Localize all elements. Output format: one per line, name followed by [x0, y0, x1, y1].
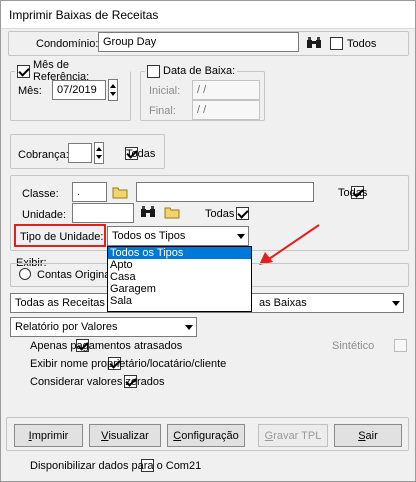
relatorio-select-value: Relatório por Valores — [15, 321, 118, 333]
classe-todas-label: Todas — [338, 187, 368, 199]
chevron-down-icon — [392, 301, 400, 306]
unidade-label: Unidade: — [22, 209, 67, 221]
classe-code-input[interactable]: . — [72, 182, 107, 202]
condominio-todos-label: Todos — [347, 38, 377, 50]
window-title: Imprimir Baixas de Receitas — [9, 8, 159, 22]
apenas-atrasados-label: Apenas pagamentos atrasados — [30, 340, 183, 352]
contas-originais-label: Contas Origina — [37, 269, 111, 281]
tipo-unidade-option-todos[interactable]: Todos os Tipos — [108, 247, 251, 259]
condominio-input[interactable]: Group Day — [98, 32, 299, 52]
cobranca-spinner[interactable] — [94, 142, 104, 164]
cobranca-label: Cobrança: — [18, 149, 69, 161]
condominio-label: Condomínio: — [36, 38, 99, 50]
classe-desc-input[interactable] — [136, 182, 314, 202]
considerar-zerados-label: Considerar valores zerados — [30, 376, 165, 388]
unidade-binoculars-icon[interactable] — [138, 202, 158, 222]
dialog-window: Imprimir Baixas de Receitas Condomínio: … — [0, 0, 416, 482]
inicial-input[interactable]: / / — [192, 80, 260, 100]
gravar-tpl-button[interactable]: Gravar TPL — [258, 424, 328, 447]
mes-spinner[interactable] — [108, 79, 118, 101]
unidade-todas-label: Todas — [205, 208, 235, 220]
data-baixa-checkbox[interactable] — [147, 64, 160, 78]
chevron-down-icon — [185, 325, 193, 330]
configuracao-button[interactable]: Configuração — [167, 424, 245, 447]
tipo-unidade-select[interactable]: Todos os Tipos — [107, 226, 249, 246]
inicial-label: Inicial: — [149, 85, 181, 97]
tipo-unidade-option-casa[interactable]: Casa — [108, 271, 251, 283]
mes-referencia-legend: Mês de Referência: — [15, 59, 130, 83]
unidade-todas-checkbox[interactable] — [236, 207, 250, 220]
tipo-unidade-option-sala[interactable]: Sala — [108, 295, 251, 307]
tipo-unidade-selected-value: Todos os Tipos — [112, 230, 186, 242]
tipo-unidade-option-apto[interactable]: Apto — [108, 259, 251, 271]
binoculars-icon[interactable] — [304, 33, 324, 53]
exibir-nome-label: Exibir nome proprietário/locatário/clien… — [30, 358, 227, 370]
chevron-down-icon — [237, 234, 245, 239]
baixas-select-value: as Baixas — [259, 297, 307, 309]
mes-label: Mês: — [18, 85, 42, 97]
visualizar-button[interactable]: Visualizar — [89, 424, 161, 447]
receitas-select-value: Todas as Receitas — [15, 297, 105, 309]
unidade-input[interactable] — [72, 203, 134, 223]
sintetico-label: Sintético — [332, 340, 375, 352]
disponibilizar-label: Disponibilizar dados para o Com21 — [30, 460, 202, 472]
data-baixa-label: Data de Baixa: — [163, 65, 236, 77]
final-input[interactable]: / / — [192, 100, 260, 120]
mes-referencia-checkbox[interactable] — [17, 64, 30, 78]
tipo-unidade-label: Tipo de Unidade: — [20, 231, 104, 243]
contas-originais-radio[interactable] — [19, 268, 31, 280]
data-baixa-legend: Data de Baixa: — [145, 64, 238, 78]
unidade-folder-icon[interactable] — [162, 202, 182, 222]
sintetico-checkbox[interactable] — [394, 339, 408, 352]
tipo-unidade-dropdown-list: Todos os Tipos Apto Casa Garagem Sala — [107, 246, 252, 312]
sair-button[interactable]: Sair — [334, 424, 402, 447]
cobranca-todas-label: Todas — [126, 148, 156, 160]
classe-folder-icon[interactable] — [110, 182, 130, 202]
mes-input[interactable]: 07/2019 — [52, 80, 106, 100]
annotation-arrow-icon — [259, 224, 320, 265]
relatorio-select[interactable]: Relatório por Valores — [10, 317, 197, 337]
imprimir-button[interactable]: Imprimir — [14, 424, 83, 447]
title-bar: Imprimir Baixas de Receitas — [1, 1, 415, 29]
final-label: Final: — [149, 105, 176, 117]
cobranca-input[interactable] — [68, 143, 92, 163]
classe-label: Classe: — [22, 188, 59, 200]
condominio-todos-checkbox[interactable] — [330, 37, 343, 50]
tipo-unidade-option-garagem[interactable]: Garagem — [108, 283, 251, 295]
